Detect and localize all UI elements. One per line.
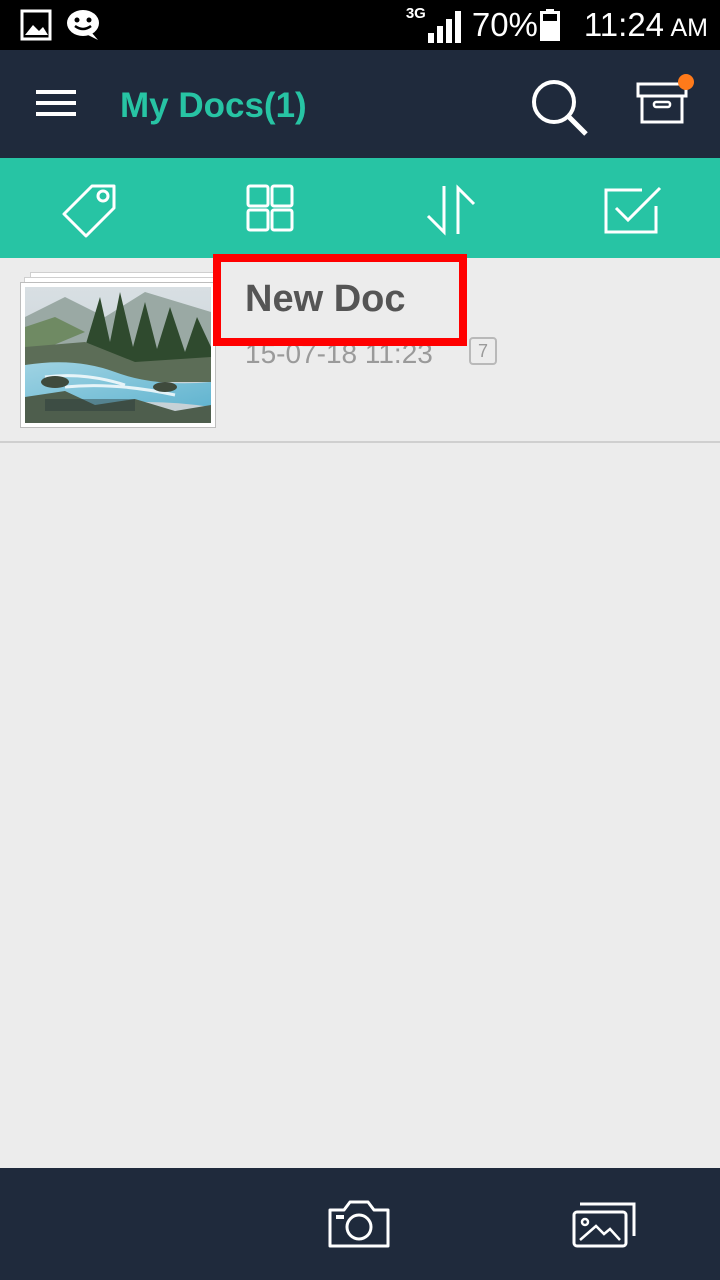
menu-button[interactable] bbox=[28, 84, 84, 124]
camera-icon bbox=[328, 1200, 390, 1248]
signal-icon bbox=[427, 11, 461, 43]
image-icon bbox=[20, 9, 52, 41]
search-icon bbox=[532, 80, 588, 136]
toolbar bbox=[0, 158, 720, 258]
landscape-painting-image bbox=[25, 287, 211, 423]
clock-ampm: AM bbox=[670, 14, 709, 42]
app-bar: My Docs(1) bbox=[0, 50, 720, 158]
highlight-box bbox=[213, 254, 467, 346]
network-type: 3G bbox=[405, 5, 426, 22]
thumbnail-image bbox=[20, 282, 216, 428]
select-icon bbox=[604, 186, 662, 234]
select-button[interactable] bbox=[602, 180, 662, 240]
tag-icon bbox=[62, 184, 116, 238]
chat-icon bbox=[67, 10, 99, 40]
page-count-badge: 7 bbox=[469, 337, 497, 365]
battery-percent: 70% bbox=[471, 6, 538, 43]
menu-icon bbox=[36, 90, 76, 116]
search-button[interactable] bbox=[528, 76, 592, 140]
bottom-bar bbox=[0, 1168, 720, 1280]
camera-button[interactable] bbox=[326, 1198, 394, 1252]
grid-view-button[interactable] bbox=[242, 180, 302, 240]
sort-button[interactable] bbox=[422, 180, 482, 240]
page-title: My Docs(1) bbox=[120, 86, 307, 125]
document-thumbnail[interactable] bbox=[18, 272, 218, 432]
list-divider bbox=[0, 441, 720, 443]
sort-icon bbox=[426, 184, 476, 236]
tag-button[interactable] bbox=[60, 180, 120, 240]
grid-view-icon bbox=[246, 184, 294, 232]
status-bar: 3G 70% 11:24 AM bbox=[0, 0, 720, 50]
clock-time: 11:24 bbox=[583, 6, 665, 43]
import-image-icon bbox=[572, 1202, 636, 1248]
import-image-button[interactable] bbox=[570, 1202, 640, 1252]
battery-icon bbox=[539, 9, 560, 41]
notification-dot bbox=[678, 74, 694, 90]
